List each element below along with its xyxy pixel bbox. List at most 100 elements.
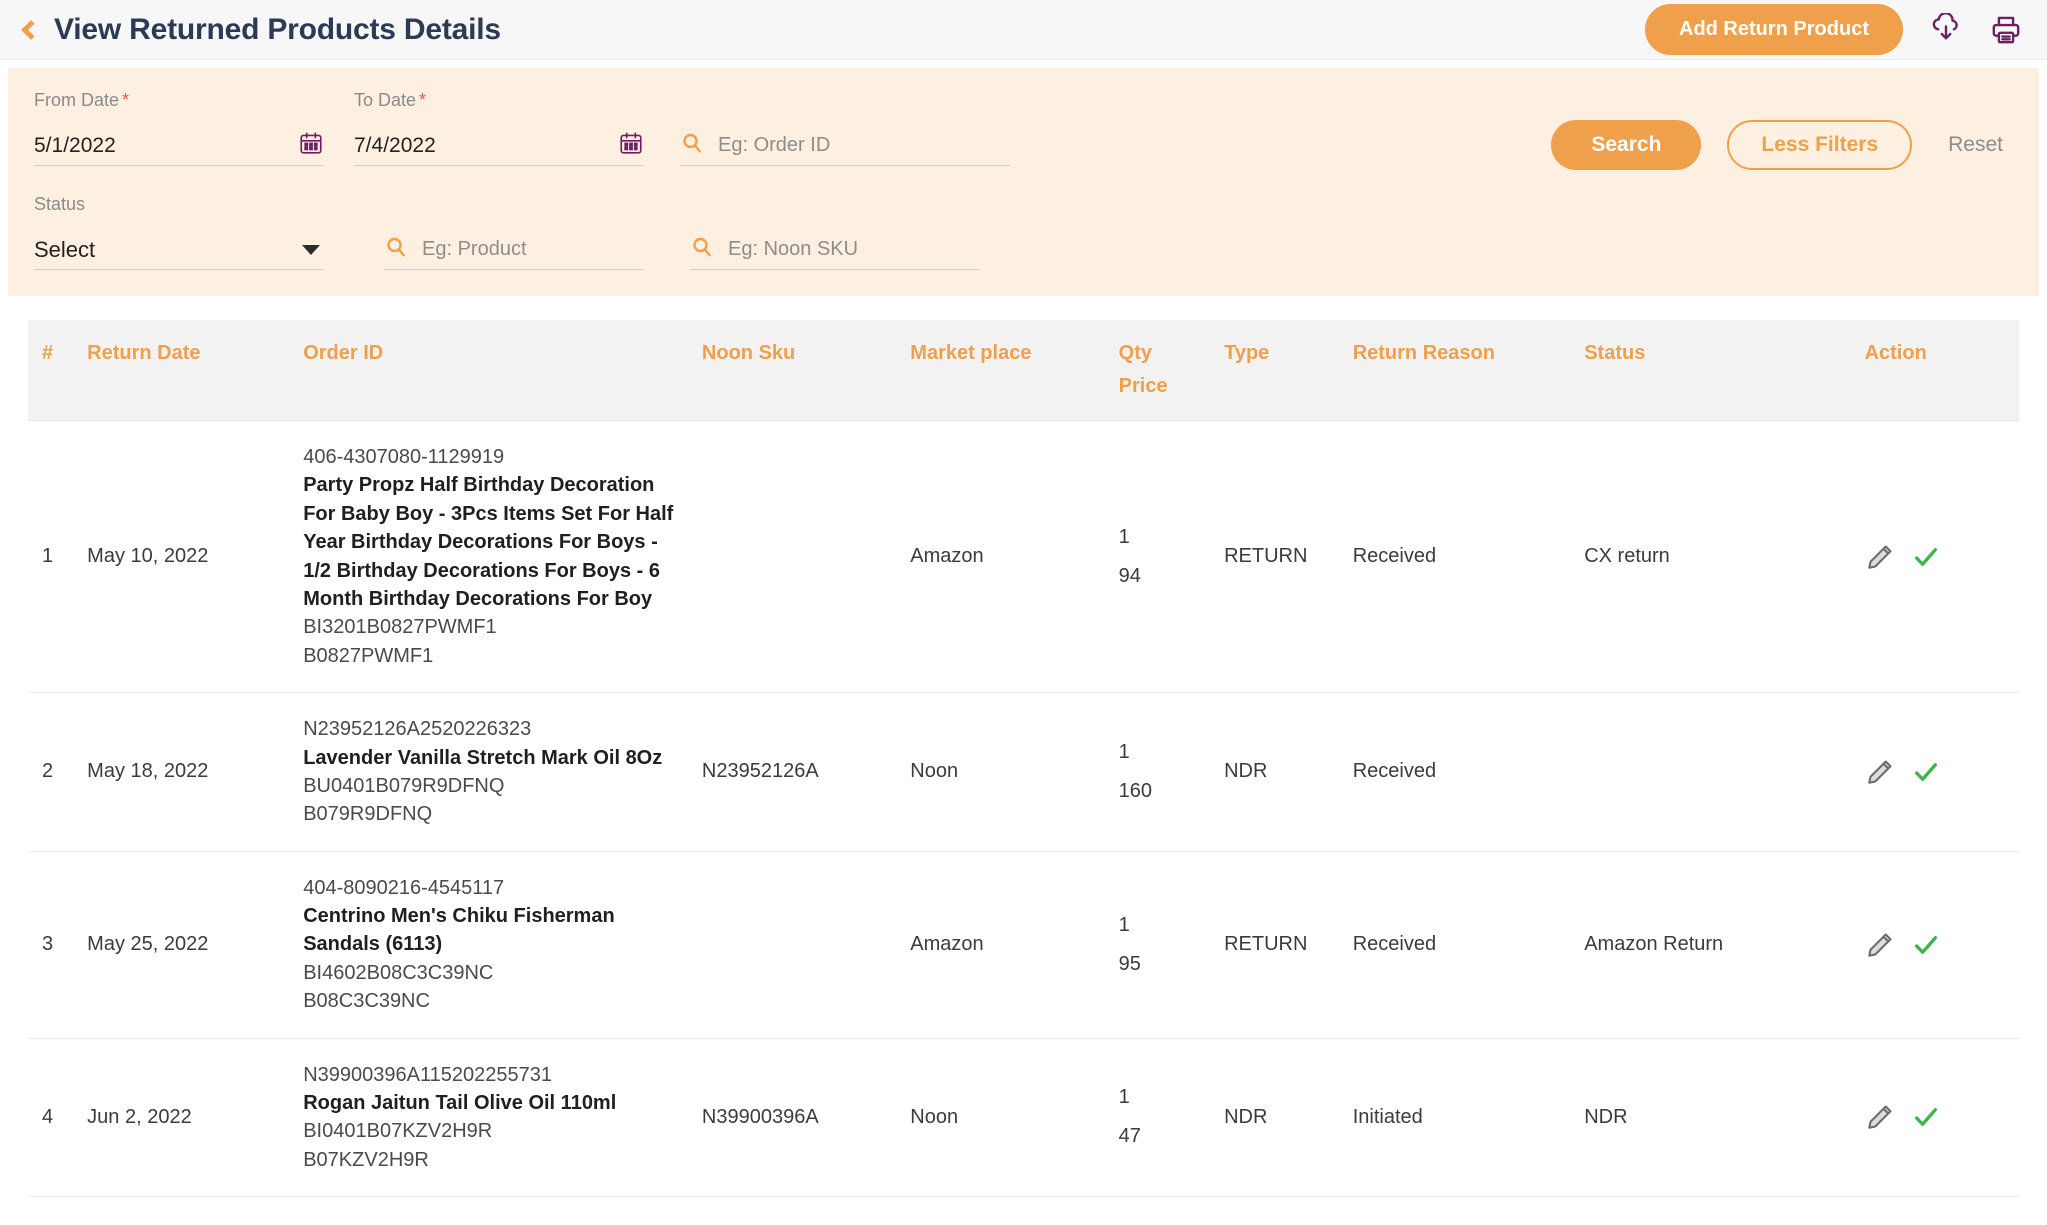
calendar-icon[interactable] (298, 130, 324, 161)
chevron-left-icon (21, 19, 41, 40)
order-id-text: N39900396A115202255731 (303, 1063, 552, 1086)
download-icon[interactable] (1929, 12, 1963, 47)
asin-text: B079R9DFNQ (303, 803, 433, 826)
col-header-return-date: Return Date (87, 320, 304, 421)
internal-sku-text: BI4602B08C3C39NC (303, 961, 494, 984)
to-date-field: To Date * (354, 90, 644, 166)
price-value: 47 (1118, 1125, 1141, 1148)
calendar-icon[interactable] (618, 130, 644, 161)
from-date-field: From Date * (34, 90, 324, 166)
status-field: Status Select (34, 194, 324, 270)
cell-market-place: Amazon (910, 420, 1119, 694)
col-header-noon-sku: Noon Sku (701, 320, 911, 421)
cell-qty-price: 1 160 (1118, 692, 1225, 852)
cell-status (1584, 692, 1865, 852)
col-header-price-label: Price (1118, 375, 1168, 397)
cell-order: 404-8090216-4545117 Centrino Men's Chiku… (303, 851, 702, 1039)
product-name-text: Centrino Men's Chiku Fisherman Sandals (… (303, 905, 615, 956)
filter-row-2: Status Select (34, 194, 2013, 270)
col-header-market-place: Market place (910, 320, 1119, 421)
reset-button[interactable]: Reset (1938, 120, 2013, 170)
search-icon (680, 131, 704, 160)
cell-num: 4 (28, 1038, 88, 1198)
asin-text: B07KZV2H9R (303, 1148, 429, 1171)
cell-return-reason: Received (1352, 692, 1585, 852)
order-id-text: 406-4307080-1129919 (303, 446, 505, 468)
order-id-input[interactable] (716, 133, 1010, 158)
product-name-text: Rogan Jaitun Tail Olive Oil 110ml (303, 1092, 617, 1115)
product-input[interactable] (420, 237, 644, 262)
required-asterisk: * (122, 90, 130, 110)
cell-action (1864, 851, 2019, 1039)
col-header-type: Type (1224, 320, 1353, 421)
filter-panel: From Date* To Date* (8, 68, 2039, 296)
status-label: Status (34, 194, 86, 214)
check-icon[interactable] (1911, 757, 1941, 787)
to-date-input[interactable] (354, 133, 610, 158)
page-title: View Returned Products Details (54, 12, 501, 46)
cell-qty-price: 1 47 (1118, 1038, 1225, 1198)
internal-sku-text: BU0401B079R9DFNQ (303, 774, 505, 797)
col-header-qty-label: Qty (1118, 342, 1152, 364)
filter-buttons: Search Less Filters Reset (1551, 90, 2013, 170)
edit-pencil-icon[interactable] (1865, 1102, 1895, 1132)
table-row: 2 May 18, 2022 N23952126A2520226323 Lave… (28, 692, 2019, 852)
cell-noon-sku: N39900396A (701, 1038, 911, 1198)
status-select[interactable]: Select (34, 230, 324, 270)
add-return-product-button[interactable]: Add Return Product (1645, 4, 1903, 55)
cell-action (1864, 420, 2019, 694)
check-icon[interactable] (1911, 1102, 1941, 1132)
search-icon (690, 235, 714, 264)
price-value: 95 (1118, 952, 1141, 975)
check-icon[interactable] (1911, 930, 1941, 960)
col-header-status: Status (1584, 320, 1865, 421)
col-header-order-id: Order ID (303, 320, 702, 421)
cell-action (1864, 692, 2019, 852)
qty-value: 1 (1118, 913, 1130, 936)
status-selected-value: Select (34, 236, 96, 262)
from-date-input[interactable] (34, 133, 290, 158)
cell-type: RETURN (1224, 420, 1353, 694)
noon-sku-field (690, 194, 980, 270)
cell-noon-sku: N23952126A (701, 692, 911, 852)
cell-return-date: May 25, 2022 (87, 851, 304, 1039)
returns-table-container: # Return Date Order ID Noon Sku Market p… (0, 296, 2047, 1198)
edit-pencil-icon[interactable] (1865, 757, 1895, 787)
cell-qty-price: 1 94 (1118, 420, 1225, 694)
asin-text: B0827PWMF1 (303, 644, 434, 667)
col-header-num: # (28, 320, 88, 421)
edit-pencil-icon[interactable] (1865, 930, 1895, 960)
cell-order: N23952126A2520226323 Lavender Vanilla St… (303, 692, 702, 852)
cell-market-place: Amazon (910, 851, 1119, 1039)
edit-pencil-icon[interactable] (1865, 542, 1895, 572)
cell-num: 2 (28, 692, 88, 852)
order-id-text: N23952126A2520226323 (303, 718, 532, 741)
cell-action (1864, 1038, 2019, 1198)
cell-type: NDR (1224, 692, 1353, 852)
product-name-text: Party Propz Half Birthday Decoration For… (303, 474, 674, 610)
cell-return-date: May 10, 2022 (87, 420, 304, 694)
noon-sku-input[interactable] (726, 237, 980, 262)
search-icon (384, 235, 408, 264)
less-filters-button[interactable]: Less Filters (1727, 120, 1913, 170)
cell-return-reason: Received (1352, 851, 1585, 1039)
table-row: 1 May 10, 2022 406-4307080-1129919 Party… (28, 420, 2019, 694)
filter-row-1: From Date* To Date* (34, 90, 2013, 170)
cell-noon-sku (701, 420, 911, 694)
product-name-text: Lavender Vanilla Stretch Mark Oil 8Oz (303, 746, 663, 769)
table-head: # Return Date Order ID Noon Sku Market p… (28, 320, 2019, 421)
cell-return-reason: Received (1352, 420, 1585, 694)
print-icon[interactable] (1989, 13, 2023, 47)
page-root: View Returned Products Details Add Retur… (0, 0, 2047, 1225)
back-button[interactable] (14, 10, 44, 50)
to-date-label: To Date * (354, 90, 427, 110)
search-button[interactable]: Search (1551, 120, 1702, 170)
chevron-down-icon (302, 244, 320, 255)
cell-order: N39900396A115202255731 Rogan Jaitun Tail… (303, 1038, 702, 1198)
internal-sku-text: BI3201B0827PWMF1 (303, 616, 497, 639)
cell-order: 406-4307080-1129919 Party Propz Half Bir… (303, 420, 702, 694)
header-actions: Add Return Product (1645, 4, 2023, 55)
table-header-row: # Return Date Order ID Noon Sku Market p… (28, 320, 2019, 421)
check-icon[interactable] (1911, 542, 1941, 572)
cell-market-place: Noon (910, 1038, 1119, 1198)
